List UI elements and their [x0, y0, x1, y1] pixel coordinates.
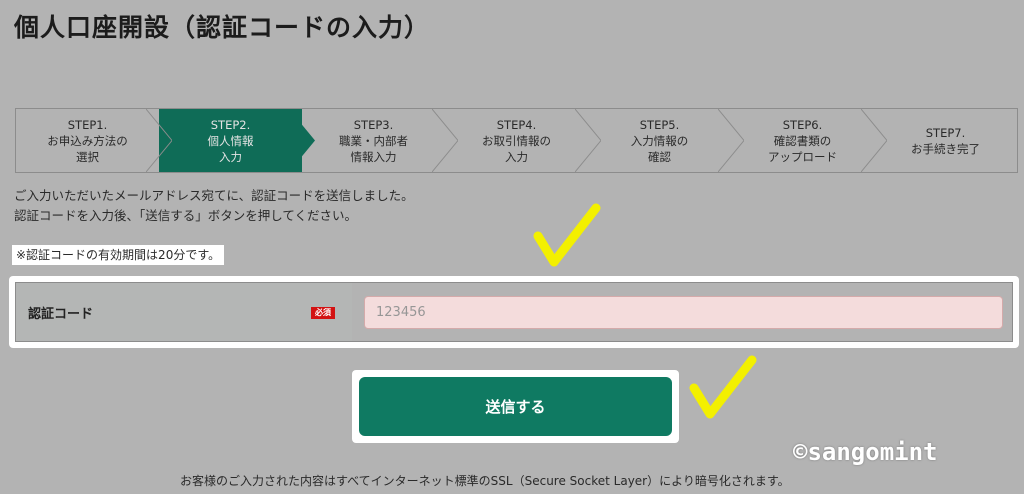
- step-5: STEP5. 入力情報の 確認: [588, 109, 744, 172]
- check-mark-icon: [533, 203, 601, 267]
- instruction-line: 認証コードを入力後、「送信する」ボタンを押してください。: [14, 208, 358, 223]
- step-label: STEP3. 職業・内部者 情報入力: [339, 117, 408, 164]
- form-label-cell: 認証コード 必須: [16, 283, 352, 341]
- step-arrow-icon: [432, 109, 458, 172]
- step-2: STEP2. 個人情報 入力: [159, 109, 315, 172]
- form-row: 認証コード 必須: [15, 282, 1013, 342]
- step-label: STEP2. 個人情報 入力: [207, 117, 254, 164]
- watermark: ©sangomint: [793, 438, 938, 466]
- expiry-note: ※認証コードの有効期間は20分です。: [12, 245, 225, 265]
- step-label: STEP6. 確認書類の アップロード: [768, 117, 837, 164]
- step-arrow-icon: [289, 109, 315, 172]
- page-title: 個人口座開設（認証コードの入力）: [14, 13, 431, 42]
- step-progress-bar: STEP1. お申込み方法の 選択 STEP2. 個人情報 入力 STEP3. …: [15, 108, 1018, 173]
- submit-panel: 送信する: [352, 370, 679, 443]
- form-input-cell: [352, 283, 1012, 341]
- step-arrow-icon: [861, 109, 887, 172]
- verification-form: 認証コード 必須: [9, 276, 1019, 348]
- instruction-message: ご入力いただいたメールアドレス宛てに、認証コードを送信しました。 認証コードを入…: [14, 186, 414, 226]
- step-label: STEP1. お申込み方法の 選択: [47, 117, 128, 164]
- step-label: STEP4. お取引情報の 入力: [482, 117, 551, 164]
- step-label: STEP7. お手続き完了: [911, 125, 980, 156]
- step-arrow-icon: [718, 109, 744, 172]
- verification-code-input[interactable]: [364, 295, 1003, 329]
- required-badge: 必須: [311, 307, 335, 319]
- instruction-line: ご入力いただいたメールアドレス宛てに、認証コードを送信しました。: [14, 188, 414, 203]
- step-6: STEP6. 確認書類の アップロード: [731, 109, 887, 172]
- step-arrow-icon: [575, 109, 601, 172]
- submit-button[interactable]: 送信する: [359, 377, 672, 436]
- step-arrow-icon: [146, 109, 172, 172]
- step-7: STEP7. お手続き完了: [874, 109, 1017, 172]
- ssl-notice: お客様のご入力された内容はすべてインターネット標準のSSL（Secure Soc…: [180, 474, 790, 488]
- step-label: STEP5. 入力情報の 確認: [630, 117, 689, 164]
- field-label: 認証コード: [28, 306, 94, 322]
- check-mark-icon: [689, 355, 757, 419]
- step-3: STEP3. 職業・内部者 情報入力: [302, 109, 458, 172]
- step-4: STEP4. お取引情報の 入力: [445, 109, 601, 172]
- step-1: STEP1. お申込み方法の 選択: [16, 109, 172, 172]
